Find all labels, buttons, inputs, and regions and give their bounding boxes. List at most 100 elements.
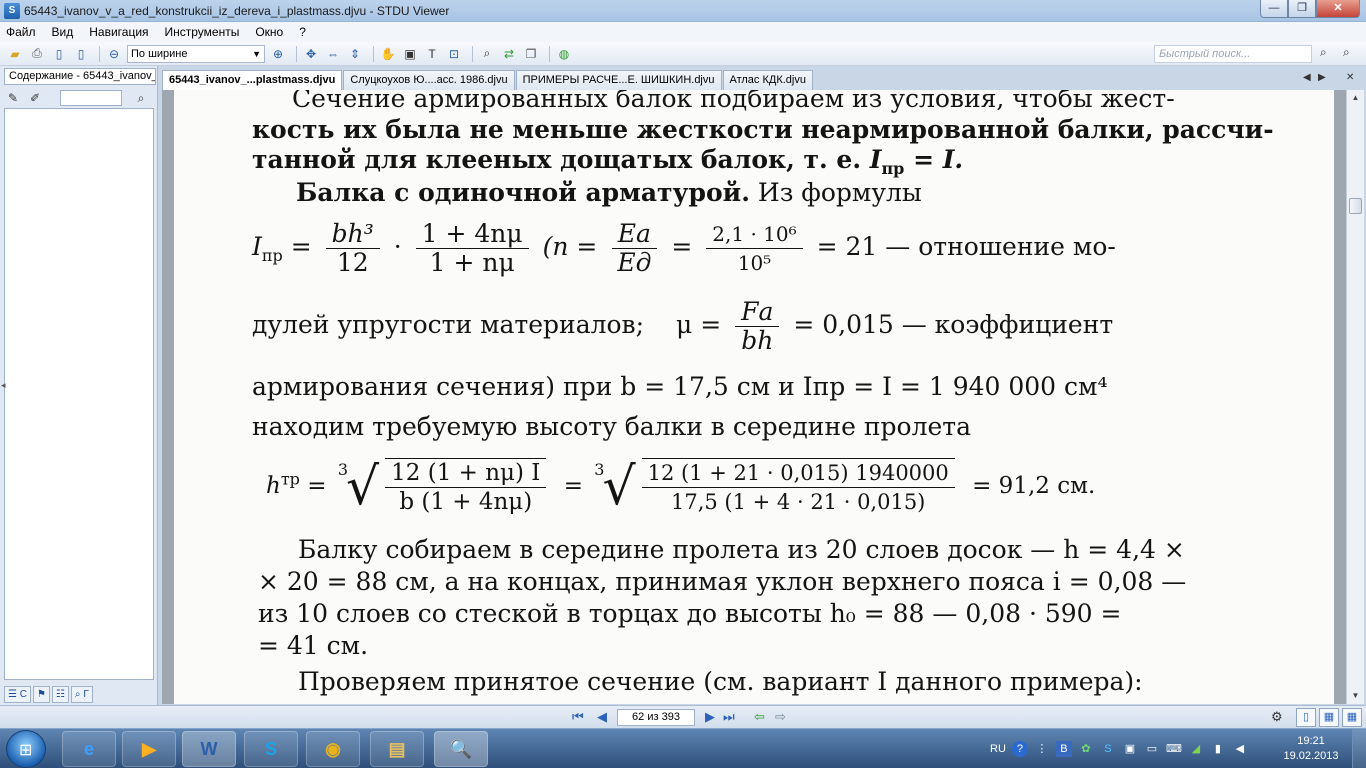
next-page-icon[interactable]: ▶	[705, 709, 715, 725]
taskbar-stdu-viewer[interactable]: 🔍	[434, 731, 488, 767]
tab-close-icon[interactable]: ✕	[1346, 72, 1354, 83]
find-next-icon[interactable]: ⇄	[500, 45, 518, 63]
binoculars-options-icon[interactable]: ⌕	[1343, 45, 1350, 60]
display-icon[interactable]: ▭	[1144, 741, 1160, 757]
print-icon[interactable]: ⎙	[28, 45, 46, 63]
taskbar-skype[interactable]: S	[244, 731, 298, 767]
fit-page-icon[interactable]: ✥	[302, 45, 320, 63]
sidebar-search-input[interactable]	[60, 90, 122, 106]
sidebar-tab-outline[interactable]: ☰ С	[4, 685, 31, 703]
bookmark-edit-icon[interactable]: ✐	[26, 89, 44, 107]
menu-window[interactable]: Окно	[255, 25, 283, 39]
settings-icon[interactable]: ⚙	[1271, 709, 1283, 725]
hand-tool-icon[interactable]: ✋	[379, 45, 397, 63]
snapshot-icon[interactable]: ⊡	[445, 45, 463, 63]
text-line-7: армирования сечения) при b = 17,5 см и I…	[252, 372, 1108, 401]
globe-icon[interactable]: ◍	[555, 45, 573, 63]
text-line-6-tail: = 0,015 — коэффициент	[793, 310, 1114, 339]
skype-tray-icon[interactable]: S	[1100, 741, 1116, 757]
tab-document-2[interactable]: Слуцкоухов Ю....асс. 1986.djvu	[343, 70, 515, 90]
app-icon[interactable]: S	[4, 2, 20, 19]
toolbar-separator	[373, 45, 374, 62]
find-icon[interactable]: ⌕	[478, 45, 496, 63]
tray-app-icon[interactable]: B	[1055, 741, 1072, 757]
scroll-up-icon[interactable]: ▲	[1347, 90, 1364, 106]
sidebar-tab-thumbnails[interactable]: ☷	[51, 685, 69, 703]
tab-scroll-left-icon[interactable]: ◀	[1303, 72, 1311, 83]
text-line-3-main: танной для клееных дощатых балок, т. е.	[252, 145, 862, 174]
sidebar-tab-bookmarks[interactable]: ⚑	[32, 685, 50, 703]
sync-icon[interactable]: ✿	[1078, 741, 1094, 757]
fit-height-icon[interactable]: ⇕	[346, 45, 364, 63]
folder-icon: ▤	[388, 738, 406, 759]
help-icon[interactable]: ?	[1011, 741, 1028, 757]
show-desktop-button[interactable]	[1352, 729, 1366, 768]
contents-panel[interactable]	[4, 108, 154, 680]
fit-width-icon[interactable]: ⇔	[324, 45, 342, 63]
last-page-icon[interactable]: ⏭	[723, 709, 735, 725]
zoom-out-icon[interactable]: ⊖	[105, 45, 123, 63]
two-page-icon[interactable]: ▯	[72, 45, 90, 63]
fraction-height-general-den: b (1 + 4nμ)	[399, 489, 533, 515]
copy-icon[interactable]: ❐	[522, 45, 540, 63]
bookmark-add-icon[interactable]: ✎	[4, 89, 22, 107]
document-viewer[interactable]: Сечение армированных балок подбираем из …	[162, 90, 1346, 704]
taskbar-explorer[interactable]: ▤	[370, 731, 424, 767]
select-image-icon[interactable]: ▣	[401, 45, 419, 63]
sidebar-tab-search[interactable]: ⌕ Г	[70, 685, 93, 703]
sidebar: Содержание - 65443_ivanov_v_a_red_konstr…	[0, 66, 158, 706]
quick-search-input[interactable]: Быстрый поиск...	[1154, 45, 1312, 63]
close-button[interactable]: ✕	[1316, 0, 1360, 18]
menu-help[interactable]: ?	[299, 25, 306, 39]
sidebar-search-icon[interactable]: ⌕	[132, 89, 150, 107]
maximize-button[interactable]: ❐	[1288, 0, 1316, 18]
taskbar-media-player[interactable]: ▶	[122, 731, 176, 767]
toolbar-separator	[99, 45, 100, 62]
taskbar-word[interactable]: W	[182, 731, 236, 767]
monitor-icon[interactable]: ▣	[1122, 741, 1138, 757]
view-continuous-button[interactable]: ▦	[1319, 708, 1339, 727]
volume-icon[interactable]: ◀	[1232, 741, 1248, 757]
menu-file[interactable]: Файл	[6, 25, 36, 39]
menu-view[interactable]: Вид	[52, 25, 74, 39]
input-settings-icon[interactable]: ⋮	[1034, 741, 1050, 757]
zoom-in-icon[interactable]: ⊕	[269, 45, 287, 63]
first-page-icon[interactable]: ⏮	[572, 709, 584, 725]
scroll-thumb[interactable]	[1349, 198, 1362, 214]
formula-1: Iпр = bh³ 12 · 1 + 4nμ 1 + nμ (n = Eа Eд = …	[252, 220, 1116, 277]
forward-icon[interactable]: ⇨	[775, 709, 786, 725]
nvidia-icon[interactable]: ◢	[1188, 741, 1204, 757]
clock[interactable]: 19:21 19.02.2013	[1282, 734, 1340, 764]
tab-document-4[interactable]: Атлас КДК.djvu	[722, 70, 813, 90]
menu-navigation[interactable]: Навигация	[89, 25, 148, 39]
open-folder-icon[interactable]: ▰	[6, 45, 24, 63]
fraction-values: 2,1 · 10⁶ 10⁵	[706, 220, 803, 277]
page-number-input[interactable]: 62 из 393	[617, 709, 695, 726]
language-indicator[interactable]: RU	[990, 743, 1006, 755]
taskbar-chrome[interactable]: ◉	[306, 731, 360, 767]
back-icon[interactable]: ⇦	[754, 709, 765, 725]
fraction-height-values-den: 17,5 (1 + 4 · 21 · 0,015)	[671, 490, 926, 514]
network-icon[interactable]: ▮	[1210, 741, 1226, 757]
tab-document-1[interactable]: 65443_ivanov_...plastmass.djvu	[162, 70, 343, 90]
sidebar-tab-contents[interactable]: Содержание - 65443_ivanov_v_a_red_konstr…	[4, 68, 156, 85]
taskbar-ie[interactable]: e	[62, 731, 116, 767]
view-facing-button[interactable]: ▦	[1342, 708, 1362, 727]
fraction-values-den: 10⁵	[737, 251, 772, 275]
tab-document-3[interactable]: ПРИМЕРЫ РАСЧЕ...Е. ШИШКИН.djvu	[515, 70, 722, 90]
start-button[interactable]: ⊞	[6, 730, 46, 768]
tab-scroll-right-icon[interactable]: ▶	[1318, 72, 1326, 83]
select-text-icon[interactable]: T	[423, 45, 441, 63]
keyboard-icon[interactable]: ⌨	[1166, 741, 1182, 757]
binoculars-icon[interactable]: ⌕	[1320, 45, 1327, 60]
menu-tools[interactable]: Инструменты	[165, 25, 240, 39]
previous-page-icon[interactable]: ◀	[597, 709, 607, 725]
vertical-scrollbar[interactable]: ▲ ▼	[1346, 90, 1364, 704]
sidebar-collapse-icon[interactable]: ◂	[1, 380, 6, 391]
view-single-page-button[interactable]: ▯	[1296, 708, 1316, 727]
scroll-down-icon[interactable]: ▼	[1347, 688, 1364, 704]
zoom-mode-select[interactable]: По ширине ▼	[127, 44, 265, 63]
single-page-icon[interactable]: ▯	[50, 45, 68, 63]
mu-eq: μ =	[676, 310, 722, 339]
minimize-button[interactable]: —	[1260, 0, 1288, 18]
